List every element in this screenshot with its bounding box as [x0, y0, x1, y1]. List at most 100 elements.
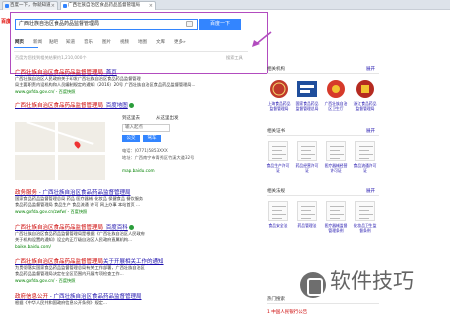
map-pin-icon [73, 140, 82, 149]
tab-from-here[interactable]: 从这里出发 [156, 115, 179, 121]
nav-tab[interactable]: 更多» [174, 39, 186, 45]
map-address: 地址：广西南宁市青秀区竹溪大道32号 [122, 155, 195, 160]
bus-button[interactable]: 公交 [122, 135, 140, 142]
panel-title: 相关证书 [267, 129, 285, 134]
document-caption[interactable]: 药品管理法 [294, 223, 320, 233]
document-caption[interactable]: 食品流通许可证 [352, 163, 378, 173]
nav-tab[interactable]: 贴吧 [49, 39, 58, 45]
text-line [272, 210, 282, 211]
nav-tab[interactable]: 网页 [15, 39, 24, 45]
text-line [359, 210, 369, 211]
org-caption[interactable]: 广西壮族自治区卫生厅 [323, 101, 349, 111]
watermark-logo-icon [300, 272, 326, 298]
document-caption[interactable]: 医疗器械监督管理条例 [323, 223, 349, 233]
expand-link[interactable]: 展开 [366, 188, 375, 194]
nav-tab[interactable]: 视频 [120, 39, 129, 45]
camera-icon[interactable] [186, 21, 193, 27]
result-url[interactable]: www.gxfda.gov.cn/ - 百度快照 [15, 89, 75, 95]
hot-search-item[interactable]: 1 中国人民银行公告 [267, 309, 307, 315]
badge-logo-icon[interactable] [354, 79, 376, 99]
text-line [301, 214, 315, 215]
start-point-input[interactable]: 输入起点 [122, 124, 170, 132]
text-line [359, 206, 373, 207]
document-thumbnail[interactable] [355, 141, 375, 161]
expand-link[interactable]: 展开 [366, 66, 375, 72]
text-line [330, 214, 344, 215]
text-line [359, 154, 373, 155]
tab-label: 广西壮族自治区食品药品监督管理局 [68, 3, 140, 8]
text-line [301, 146, 315, 147]
document-thumbnail[interactable] [297, 141, 317, 161]
text-line [359, 146, 373, 147]
document-caption[interactable]: 食品生产许可证 [265, 163, 291, 173]
text-line [330, 210, 340, 211]
text-line [272, 150, 282, 151]
text-line [359, 150, 369, 151]
result-url[interactable]: map.baidu.com [122, 168, 155, 173]
result-title[interactable]: 广西壮族自治区食品药品监督管理局_首页 [15, 68, 117, 76]
text-line [272, 218, 282, 219]
text-line [301, 154, 315, 155]
map-road [15, 152, 105, 155]
result-snippet: 关于机构设置的通知》设立的正厅级自治区人民政府直属机构... [15, 237, 133, 242]
document-caption[interactable]: 医疗器械经营许可证 [323, 163, 349, 173]
search-input[interactable]: 广西壮族自治区食品药品监督管理局 [15, 19, 198, 30]
divider [267, 303, 379, 304]
document-thumbnail[interactable] [355, 201, 375, 221]
result-url[interactable]: www.gxfda.gov.cn/zwfw/ - 百度快照 [15, 209, 87, 215]
result-title[interactable]: 广西壮族自治区食品药品监督管理局_百度地图 [15, 101, 134, 109]
nav-tab[interactable]: 文库 [156, 39, 165, 45]
document-thumbnail[interactable] [297, 201, 317, 221]
document-thumbnail[interactable] [326, 201, 346, 221]
result-title[interactable]: 广西壮族自治区食品药品监督管理局_百度百科 [15, 223, 134, 231]
expand-link[interactable]: 展开 [366, 128, 375, 134]
title-keyword: 广西壮族自治区食品药品监督管理局 [15, 103, 104, 109]
browser-tab-active[interactable]: 广西壮族自治区食品药品监督管理局 × [60, 1, 156, 10]
watermark-text: 软件技巧 [330, 269, 414, 293]
result-url[interactable]: baike.baidu.com/ [15, 244, 51, 249]
text-line [301, 158, 311, 159]
org-caption[interactable]: 浙江食品药品监督管理局 [352, 101, 378, 111]
close-icon[interactable]: × [149, 2, 153, 10]
paw-icon [63, 4, 67, 8]
text-line [330, 154, 344, 155]
panel-title: 热门搜索 [267, 297, 285, 302]
browser-tab[interactable]: 百度一下，你就知道 × [2, 1, 58, 10]
nav-tab[interactable]: 知道 [66, 39, 75, 45]
text-line [359, 158, 369, 159]
nav-tab[interactable]: 新闻 [33, 39, 42, 45]
org-caption[interactable]: 国家食品药品监督管理总局 [294, 101, 320, 111]
nav-tab[interactable]: 地图 [138, 39, 147, 45]
divider [267, 73, 379, 74]
result-url[interactable]: www.gxfda.gov.cn/ - 百度快照 [15, 278, 75, 284]
search-button[interactable]: 百度一下 [199, 19, 241, 30]
panel-title: 相关机构 [267, 67, 285, 72]
search-tools-link[interactable]: 搜索工具 [226, 55, 243, 61]
title-rest: _百度地图 [103, 103, 128, 109]
text-line [330, 218, 340, 219]
seal-logo-icon[interactable] [268, 79, 290, 99]
text-line [330, 150, 340, 151]
document-thumbnail[interactable] [268, 201, 288, 221]
annotation-arrow-icon [252, 31, 272, 47]
tab-to-here[interactable]: 到这里去 [122, 115, 140, 121]
result-title[interactable]: 政府信息公开 - 广西壮族自治区食品药品监督管理局 [15, 292, 142, 300]
emblem-logo-icon[interactable] [325, 79, 347, 99]
result-title[interactable]: 政务服务 - 广西壮族自治区食品药品监督管理局 [15, 188, 131, 196]
text-line [301, 150, 311, 151]
close-icon[interactable]: × [51, 2, 55, 10]
org-caption[interactable]: 上海食品药品监督管理局 [266, 101, 292, 111]
document-thumbnail[interactable] [268, 141, 288, 161]
map-thumbnail[interactable] [15, 122, 105, 180]
sfda-logo-icon[interactable] [296, 79, 318, 99]
result-snippet: 根据《中华人民共和国政府信息公开条例》规定... [15, 300, 107, 305]
document-caption[interactable]: 食品安全法 [265, 223, 291, 233]
document-caption[interactable]: 药品经营许可证 [294, 163, 320, 173]
document-thumbnail[interactable] [326, 141, 346, 161]
document-caption[interactable]: 化妆品卫生监督条例 [352, 223, 378, 233]
nav-tab[interactable]: 音乐 [84, 39, 93, 45]
tab-label: 百度一下，你就知道 [10, 3, 51, 8]
nav-tab[interactable]: 图片 [102, 39, 111, 45]
result-title[interactable]: 广西壮族自治区食品药品监督管理局关于开展相关工作的通知 [15, 257, 164, 265]
drive-button[interactable]: 驾车 [143, 135, 161, 142]
